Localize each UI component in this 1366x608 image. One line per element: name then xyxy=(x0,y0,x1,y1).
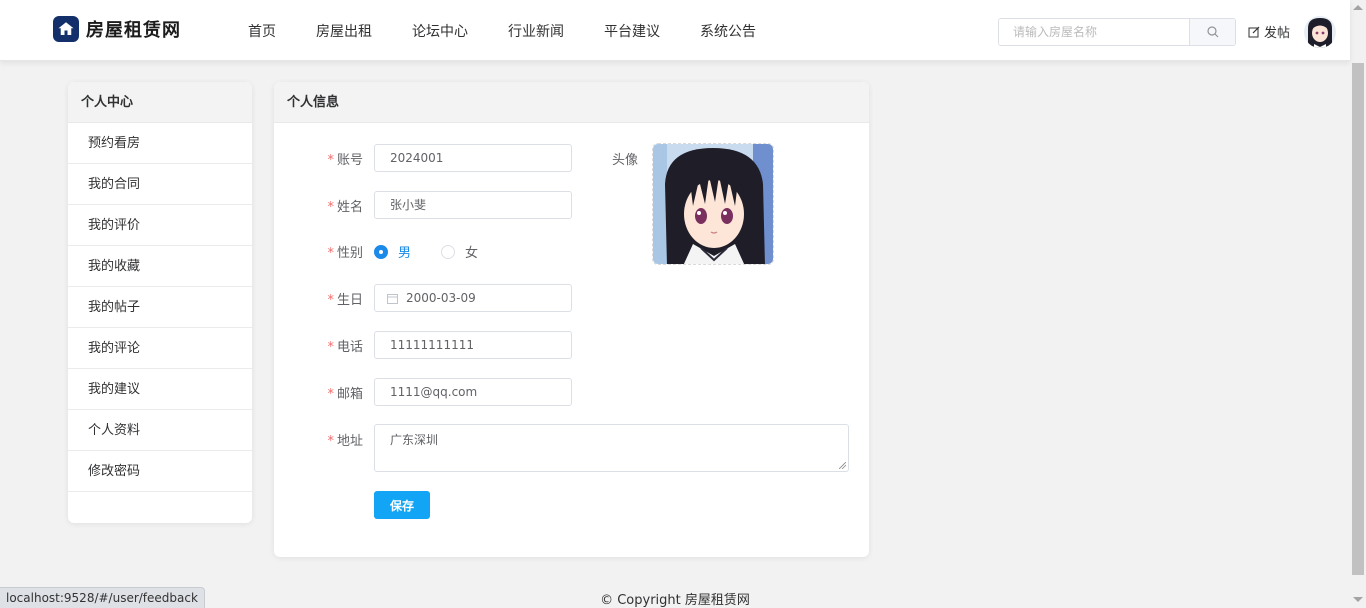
nav-industry-news[interactable]: 行业新闻 xyxy=(508,21,564,41)
phone-row: * 电话 11111111111 xyxy=(284,331,572,359)
user-center-sidebar: 个人中心 预约看房 我的合同 我的评价 我的收藏 我的帖子 我的评论 我的建议 … xyxy=(68,82,252,523)
profile-card-title: 个人信息 xyxy=(274,82,869,123)
post-label: 发帖 xyxy=(1264,26,1291,41)
site-logo[interactable]: 房屋租赁网 xyxy=(53,16,181,42)
account-label: * 账号 xyxy=(327,152,363,168)
sidebar-item-my-favorites[interactable]: 我的收藏 xyxy=(68,246,252,287)
edit-icon xyxy=(1248,26,1260,37)
search-icon xyxy=(1207,26,1219,38)
gender-row: * 性别 男 女 xyxy=(284,242,508,261)
birthday-label: * 生日 xyxy=(327,292,363,308)
sidebar-item-personal-profile[interactable]: 个人资料 xyxy=(68,410,252,451)
name-label: * 姓名 xyxy=(327,199,363,215)
page-scrollbar[interactable] xyxy=(1350,0,1366,608)
save-button[interactable]: 保存 xyxy=(374,491,430,519)
post-button[interactable]: 发帖 xyxy=(1248,22,1290,41)
profile-card: 个人信息 * 账号 2024001 * 姓名 张小斐 * 性别 男 女 * 生日 200… xyxy=(274,82,869,557)
radio-female-label: 女 xyxy=(465,246,479,261)
account-field[interactable]: 2024001 xyxy=(374,144,572,172)
sidebar-item-my-contracts[interactable]: 我的合同 xyxy=(68,164,252,205)
scroll-down-arrow-icon[interactable] xyxy=(1353,597,1363,602)
birthday-date-picker[interactable]: 2000-03-09 xyxy=(374,284,572,312)
search-input[interactable] xyxy=(999,19,1190,45)
sidebar-item-change-password[interactable]: 修改密码 xyxy=(68,451,252,492)
avatar-label: 头像 xyxy=(612,153,639,168)
sidebar-item-my-posts[interactable]: 我的帖子 xyxy=(68,287,252,328)
scroll-up-arrow-icon[interactable] xyxy=(1353,5,1363,10)
radio-male-label: 男 xyxy=(398,246,412,261)
email-field[interactable]: 1111@qq.com xyxy=(374,378,572,406)
account-row: * 账号 2024001 xyxy=(284,144,572,172)
sidebar-item-my-reviews[interactable]: 我的评价 xyxy=(68,205,252,246)
nav-platform-suggestions[interactable]: 平台建议 xyxy=(604,21,660,41)
address-row: * 地址 广东深圳 xyxy=(284,424,849,472)
calendar-icon xyxy=(387,293,398,304)
main-nav: 首页 房屋出租 论坛中心 行业新闻 平台建议 系统公告 xyxy=(248,21,796,41)
phone-field[interactable]: 11111111111 xyxy=(374,331,572,359)
birthday-row: * 生日 2000-03-09 xyxy=(284,284,572,312)
sidebar-item-my-comments[interactable]: 我的评论 xyxy=(68,328,252,369)
top-header: 房屋租赁网 首页 房屋出租 论坛中心 行业新闻 平台建议 系统公告 发帖 xyxy=(0,0,1350,61)
sidebar-item-viewing-appointments[interactable]: 预约看房 xyxy=(68,123,252,164)
house-icon xyxy=(53,16,79,42)
search-box xyxy=(998,18,1236,46)
nav-house-rental[interactable]: 房屋出租 xyxy=(316,21,372,41)
search-button[interactable] xyxy=(1189,19,1235,45)
user-avatar[interactable] xyxy=(1304,16,1336,48)
name-row: * 姓名 张小斐 xyxy=(284,191,572,219)
name-field[interactable]: 张小斐 xyxy=(374,191,572,219)
gender-radio-female[interactable]: 女 xyxy=(441,242,478,261)
email-label: * 邮箱 xyxy=(327,386,363,402)
site-name: 房屋租赁网 xyxy=(86,20,181,41)
avatar-image xyxy=(653,144,773,264)
phone-label: * 电话 xyxy=(327,339,363,355)
nav-announcements[interactable]: 系统公告 xyxy=(700,21,756,41)
status-bar-url: localhost:9528/#/user/feedback xyxy=(0,587,205,608)
address-value: 广东深圳 xyxy=(390,433,439,447)
address-label: * 地址 xyxy=(327,434,363,449)
gender-label: * 性别 xyxy=(327,246,363,261)
avatar-uploader[interactable] xyxy=(652,143,774,265)
radio-female-circle[interactable] xyxy=(441,244,456,259)
gender-radio-male[interactable]: 男 xyxy=(374,242,411,261)
sidebar-title: 个人中心 xyxy=(68,82,252,123)
birthday-value: 2000-03-09 xyxy=(406,291,476,305)
nav-forum[interactable]: 论坛中心 xyxy=(412,21,468,41)
email-row: * 邮箱 1111@qq.com xyxy=(284,378,572,406)
sidebar-item-my-suggestions[interactable]: 我的建议 xyxy=(68,369,252,410)
nav-home[interactable]: 首页 xyxy=(248,21,276,41)
resize-handle-icon[interactable] xyxy=(839,462,846,469)
radio-male-circle[interactable] xyxy=(374,244,388,259)
scroll-thumb[interactable] xyxy=(1352,63,1364,575)
address-textarea[interactable]: 广东深圳 xyxy=(374,424,849,472)
